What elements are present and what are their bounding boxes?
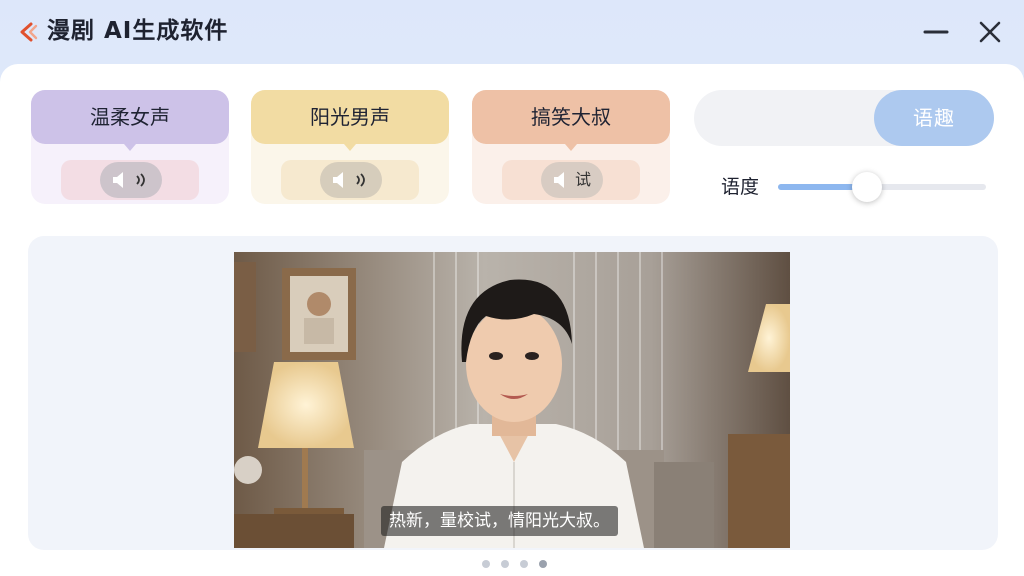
preview-button[interactable] [320,162,382,198]
preview-label: 试 [574,170,591,189]
video-subtitle: 热新，量校试，情阳光大叔。 [381,506,618,536]
preview-button[interactable]: 试 [541,162,603,198]
voice-card-sunny-male[interactable]: 阳光男声 [251,90,449,204]
voice-card-gentle-female[interactable]: 温柔女声 [31,90,229,204]
video-player[interactable]: 热新，量校试，情阳光大叔。 [234,252,790,548]
pager-dot[interactable] [539,560,547,568]
voice-label: 搞笑大叔 [472,90,670,151]
generate-button[interactable]: 语趣 [874,90,994,146]
sound-wave-icon [356,173,365,187]
speed-slider[interactable] [778,172,986,202]
minimize-icon[interactable] [920,16,952,48]
speed-label: 语度 [721,176,760,198]
carousel-pager [482,560,547,568]
voice-card-funny-uncle[interactable]: 搞笑大叔 试 [472,90,670,204]
title-bar: 漫剧 AI生成软件 [0,0,1024,64]
video-frame-image [234,252,790,548]
pager-dot[interactable] [501,560,509,568]
voice-label: 温柔女声 [31,90,229,151]
back-arrow-icon[interactable] [16,19,42,45]
speaker-icon [553,172,564,188]
pager-dot[interactable] [482,560,490,568]
voice-label: 阳光男声 [251,90,449,151]
sound-wave-icon [136,173,145,187]
close-icon[interactable] [974,16,1006,48]
preview-button[interactable] [100,162,162,198]
speaker-icon [333,172,343,188]
pager-dot[interactable] [520,560,528,568]
app-title: 漫剧 AI生成软件 [47,18,229,44]
speaker-icon [113,172,123,188]
